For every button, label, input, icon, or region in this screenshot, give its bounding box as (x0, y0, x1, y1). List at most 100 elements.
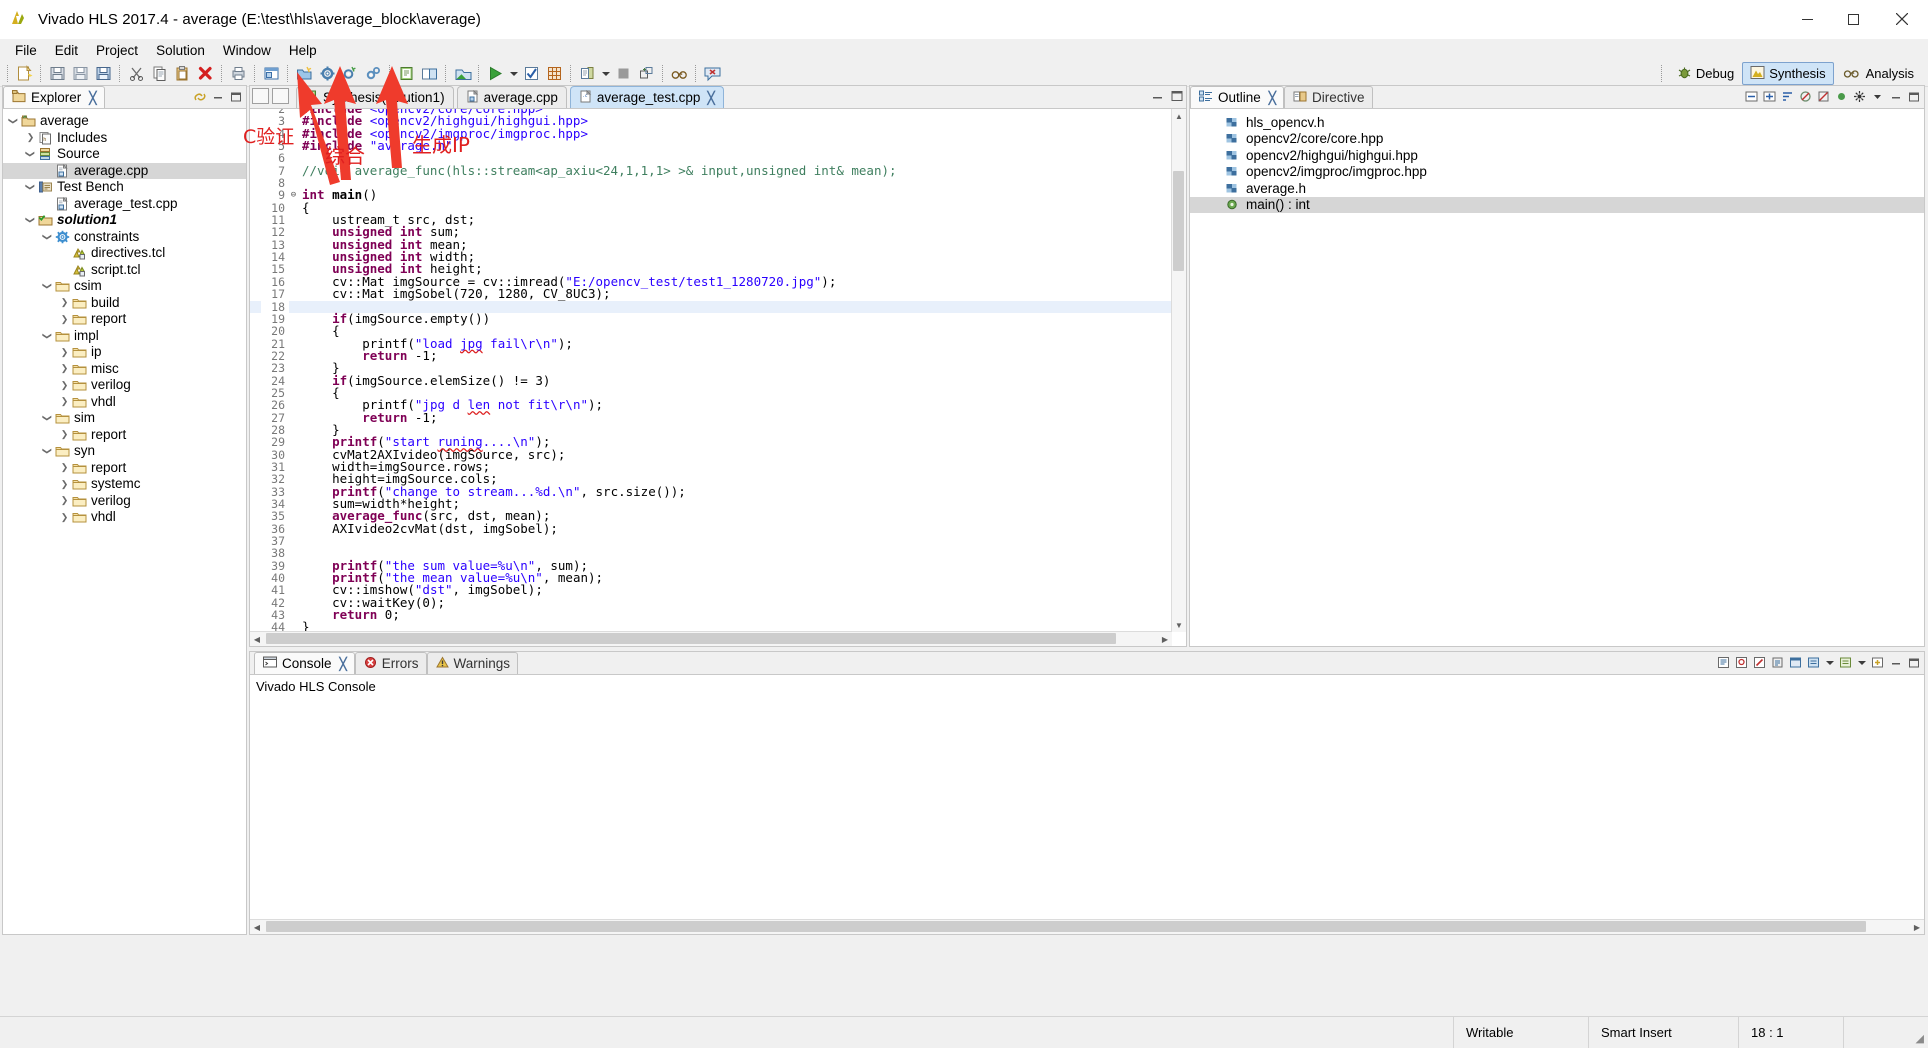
source-code[interactable]: 2#include <opencv2/core/core.hpp>3#inclu… (250, 109, 1172, 632)
new-console-icon[interactable] (1869, 654, 1886, 671)
chevron-down-icon[interactable]: ❯ (23, 214, 39, 227)
menu-window[interactable]: Window (214, 41, 280, 60)
tree-item-csim[interactable]: ❯ csim (3, 278, 246, 295)
run-c-synthesis-gear-icon[interactable] (362, 63, 385, 85)
maximize-button[interactable] (1830, 0, 1876, 38)
display-dropdown-icon[interactable] (1823, 654, 1836, 671)
code-line[interactable]: 8 (250, 177, 1172, 189)
feedback-icon[interactable] (701, 63, 724, 85)
save-icon[interactable] (46, 63, 69, 85)
code-line[interactable]: 7//void average_func(hls::stream<ap_axiu… (250, 164, 1172, 177)
hide-fields-icon[interactable] (1797, 88, 1814, 105)
close-icon[interactable]: ╳ (340, 657, 347, 671)
solution-settings-icon[interactable] (339, 63, 362, 85)
tree-item-constraints[interactable]: ❯ constraints (3, 229, 246, 246)
chevron-down-icon[interactable]: ❯ (40, 280, 56, 293)
export-rtl-icon[interactable] (543, 63, 566, 85)
tab-synthesis-solution1[interactable]: Synthesis(solution1) (296, 86, 454, 108)
tree-item-verilog[interactable]: ❯ verilog (3, 493, 246, 510)
print-icon[interactable] (227, 63, 250, 85)
tree-item-impl[interactable]: ❯ impl (3, 328, 246, 345)
close-icon[interactable]: ╳ (1269, 91, 1276, 105)
chevron-right-icon[interactable]: ❯ (58, 509, 71, 525)
tree-item-report[interactable]: ❯ report (3, 460, 246, 477)
close-icon[interactable]: ╳ (707, 91, 714, 105)
menu-help[interactable]: Help (280, 41, 326, 60)
link-with-editor-icon[interactable] (191, 88, 208, 105)
tab-average-cpp[interactable]: average.cpp (456, 86, 567, 108)
chevron-right-icon[interactable]: ❯ (58, 311, 71, 327)
outline-item-opencv2-core-core-hpp[interactable]: opencv2/core/core.hpp (1190, 131, 1924, 148)
code-line[interactable]: 24 if(imgSource.elemSize() != 3) (250, 374, 1172, 387)
outline-list[interactable]: hls_opencv.h opencv2/core/core.hpp opencv2… (1190, 109, 1924, 213)
code-line[interactable]: 37 (250, 535, 1172, 547)
close-button[interactable] (1876, 0, 1928, 38)
outline-item-opencv2-imgproc-imgproc-hpp[interactable]: opencv2/imgproc/imgproc.hpp (1190, 164, 1924, 181)
open-resource-icon[interactable] (635, 63, 658, 85)
restore-icon[interactable] (252, 88, 269, 104)
chevron-right-icon[interactable]: ❯ (24, 130, 37, 146)
save-as-icon[interactable] (69, 63, 92, 85)
open-console-icon[interactable] (1837, 654, 1854, 671)
tree-item-report[interactable]: ❯ report (3, 427, 246, 444)
minimize-icon[interactable] (1152, 89, 1165, 101)
save-all-icon[interactable] (92, 63, 115, 85)
tree-item-average-test-cpp[interactable]: average_test.cpp (3, 196, 246, 213)
collapse-all-icon[interactable] (1743, 88, 1760, 105)
code-line[interactable]: 22 return -1; (250, 349, 1172, 362)
minimize-icon[interactable] (1887, 654, 1904, 671)
open-project-icon[interactable] (260, 63, 283, 85)
minimize-icon[interactable] (209, 88, 226, 105)
cut-icon[interactable] (125, 63, 148, 85)
hide-nonpublic-icon[interactable] (1833, 88, 1850, 105)
perspective-synthesis[interactable]: Synthesis (1742, 62, 1834, 85)
delete-icon[interactable] (194, 63, 217, 85)
chevron-right-icon[interactable]: ❯ (58, 361, 71, 377)
tree-item-average-cpp[interactable]: average.cpp (3, 162, 246, 179)
stop-icon[interactable] (612, 63, 635, 85)
menu-project[interactable]: Project (87, 41, 147, 60)
tree-item-source[interactable]: ❯ Source (3, 146, 246, 163)
sort-icon[interactable] (1779, 88, 1796, 105)
scroll-thumb-h[interactable] (266, 921, 1866, 932)
code-line[interactable]: 27 return -1; (250, 411, 1172, 424)
tab-outline[interactable]: Outline ╳ (1190, 86, 1285, 108)
tree-item-solution1[interactable]: ❯ solution1 (3, 212, 246, 229)
tab-average-test-cpp[interactable]: .c average_test.cpp ╳ (569, 86, 724, 108)
tab-warnings[interactable]: Warnings (426, 652, 519, 674)
tree-item-misc[interactable]: ❯ misc (3, 361, 246, 378)
scroll-left-arrow-icon[interactable]: ◀ (250, 632, 264, 646)
paste-icon[interactable] (171, 63, 194, 85)
chevron-down-icon[interactable]: ❯ (40, 445, 56, 458)
project-settings-icon[interactable] (316, 63, 339, 85)
scroll-lock-icon[interactable] (1769, 654, 1786, 671)
chevron-down-icon[interactable]: ❯ (40, 412, 56, 425)
run-dropdown-arrow-icon[interactable] (507, 63, 520, 85)
scroll-thumb[interactable] (1173, 171, 1184, 271)
copy-icon[interactable] (148, 63, 171, 85)
tab-console[interactable]: Console ╳ (254, 652, 355, 674)
chevron-right-icon[interactable]: ❯ (58, 493, 71, 509)
chevron-right-icon[interactable]: ❯ (58, 377, 71, 393)
chevron-right-icon[interactable]: ❯ (58, 295, 71, 311)
code-editor[interactable]: 2#include <opencv2/core/core.hpp>3#inclu… (250, 108, 1186, 646)
chevron-right-icon[interactable]: ❯ (58, 476, 71, 492)
chevron-down-icon[interactable]: ❯ (40, 329, 56, 342)
clear-console-icon[interactable] (1751, 654, 1768, 671)
tree-item-report[interactable]: ❯ report (3, 311, 246, 328)
maximize-editor-icon[interactable] (272, 88, 289, 104)
maximize-icon[interactable] (1905, 88, 1922, 105)
run-c-synthesis-play-icon[interactable] (484, 63, 507, 85)
scroll-left-arrow-icon[interactable]: ◀ (250, 920, 264, 934)
export-console-icon[interactable] (1715, 654, 1732, 671)
new-solution-icon[interactable] (293, 63, 316, 85)
fold-toggle-icon[interactable]: ⊖ (289, 189, 298, 201)
code-line[interactable]: 36 AXIvideo2cvMat(dst, imgSobel); (250, 522, 1172, 535)
tree-item-ip[interactable]: ❯ ip (3, 344, 246, 361)
console-horizontal-scrollbar[interactable]: ◀ ▶ (250, 919, 1924, 934)
cosim-dropdown-arrow-icon[interactable] (599, 63, 612, 85)
filter-icon[interactable] (1851, 88, 1868, 105)
code-line[interactable]: 19 if(imgSource.empty()) (250, 312, 1172, 325)
tree-item-vhdl[interactable]: ❯ vhdl (3, 394, 246, 411)
chevron-right-icon[interactable]: ❯ (58, 460, 71, 476)
